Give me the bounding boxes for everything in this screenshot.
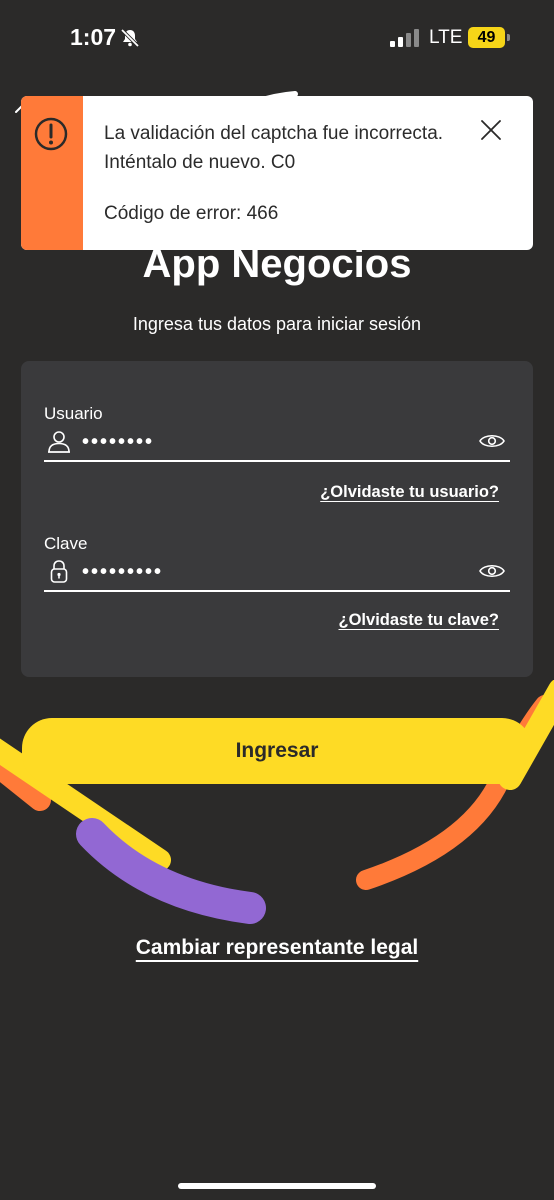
forgot-password-link[interactable]: ¿Olvidaste tu clave? [339, 611, 499, 630]
login-form-card: Usuario ¿Olvidaste tu usuario? Clave ¿Ol… [21, 361, 533, 677]
battery-icon: 49 [468, 27, 510, 48]
subtitle: Ingresa tus datos para iniciar sesión [132, 314, 422, 334]
alert-icon [34, 117, 68, 151]
battery-tip [507, 34, 510, 41]
status-time: 1:07 [70, 24, 117, 50]
lock-icon [50, 560, 68, 583]
toast-accent-stripe [21, 96, 83, 250]
change-legal-representative-row: Cambiar representante legal [0, 936, 554, 960]
signal-icon [390, 29, 419, 47]
username-label: Usuario [44, 404, 103, 423]
toast-error-code: Código de error: 466 [104, 203, 279, 224]
password-input[interactable] [82, 556, 442, 588]
battery-level: 49 [468, 27, 505, 48]
login-button[interactable]: Ingresar [22, 718, 532, 784]
close-icon[interactable] [479, 118, 503, 142]
home-indicator[interactable] [178, 1183, 376, 1189]
eye-icon[interactable] [478, 430, 506, 452]
status-bar: 1:07 LTE 49 [0, 0, 554, 80]
error-toast: La validación del captcha fue incorrecta… [21, 96, 533, 250]
bell-slash-icon [120, 28, 140, 48]
username-field[interactable] [44, 426, 510, 462]
network-type: LTE [429, 27, 463, 48]
eye-icon[interactable] [478, 560, 506, 582]
password-field[interactable] [44, 556, 510, 592]
toast-message: La validación del captcha fue incorrecta… [104, 123, 444, 173]
password-label: Clave [44, 534, 88, 553]
forgot-username-link[interactable]: ¿Olvidaste tu usuario? [320, 483, 499, 502]
username-input[interactable] [82, 426, 442, 458]
change-legal-representative-link[interactable]: Cambiar representante legal [136, 936, 418, 959]
user-icon [48, 431, 70, 453]
